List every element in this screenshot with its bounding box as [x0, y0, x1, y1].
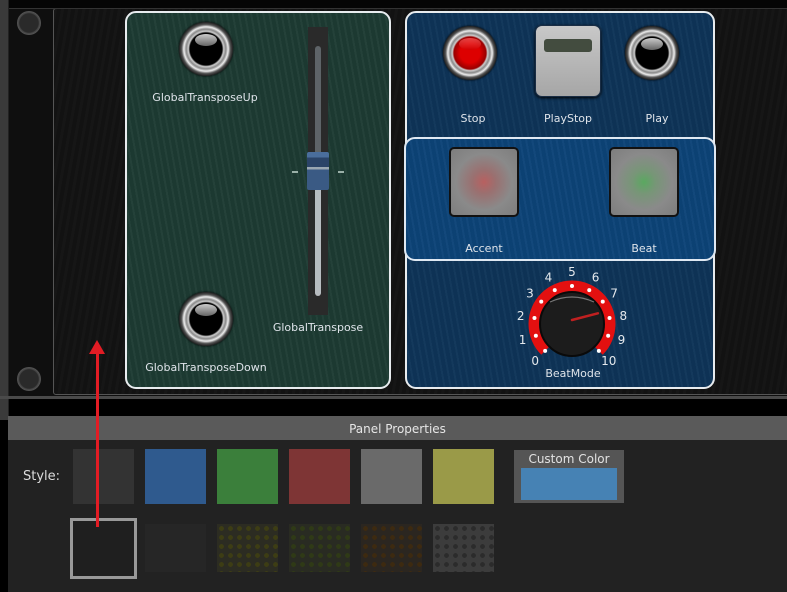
- playstop-display: [544, 39, 592, 52]
- playstop-button[interactable]: [535, 25, 601, 97]
- rack-divider: [0, 396, 787, 399]
- texture-swatch-dark-grunge[interactable]: [145, 524, 206, 572]
- slider-groove-fill: [315, 190, 321, 296]
- screw-icon: [17, 11, 41, 35]
- button-shine: [195, 304, 217, 316]
- texture-swatch-gray-perforated[interactable]: [433, 524, 494, 572]
- transpose-down-button[interactable]: [179, 292, 233, 346]
- knob-scale-label: 10: [601, 354, 616, 368]
- playstop-label: PlayStop: [544, 112, 592, 125]
- texture-swatch-black-grunge[interactable]: [70, 518, 137, 579]
- rack-rail: [0, 0, 9, 420]
- style-swatch-red[interactable]: [289, 449, 350, 504]
- knob-scale-dot: [543, 348, 548, 353]
- style-label: Style:: [23, 469, 61, 484]
- texture-swatch-brown-dots[interactable]: [361, 524, 422, 572]
- screw-icon: [17, 367, 41, 391]
- knob-scale-label: 2: [517, 309, 525, 323]
- transpose-slider-label: GlobalTranspose: [272, 321, 364, 334]
- knob-scale-dot: [600, 299, 605, 304]
- accent-label: Accent: [465, 242, 503, 255]
- knob-scale-label: 0: [531, 354, 539, 368]
- transpose-up-label: GlobalTransposeUp: [152, 91, 258, 104]
- style-swatch-gray[interactable]: [361, 449, 422, 504]
- slider-center-tick: [338, 171, 344, 173]
- style-swatch-olive[interactable]: [433, 449, 494, 504]
- custom-color-picker[interactable]: Custom Color: [514, 450, 624, 503]
- knob-scale-label: 4: [545, 271, 553, 285]
- knob-scale-label: 8: [620, 309, 628, 323]
- beatmode-label: BeatMode: [545, 367, 601, 380]
- button-shine: [195, 34, 217, 46]
- knob-scale-dot: [539, 299, 544, 304]
- knob-scale-label: 1: [519, 333, 527, 347]
- style-swatch-green[interactable]: [217, 449, 278, 504]
- play-button[interactable]: [625, 26, 679, 80]
- button-shine: [641, 38, 663, 50]
- beatmode-knob[interactable]: 01 234 5 678 910: [510, 258, 640, 368]
- knob-scale-dot: [587, 288, 592, 293]
- transpose-up-button[interactable]: [179, 22, 233, 76]
- custom-color-swatch[interactable]: [521, 468, 617, 500]
- accent-pad[interactable]: [449, 147, 519, 217]
- beat-pad[interactable]: [609, 147, 679, 217]
- knob-scale-dot: [532, 316, 537, 321]
- slider-groove: [315, 46, 321, 154]
- stop-label: Stop: [460, 112, 486, 125]
- knob-scale-label: 3: [526, 286, 534, 300]
- button-shine: [459, 38, 481, 50]
- knob-scale-label: 6: [592, 271, 600, 285]
- knob-scale-dot: [596, 348, 601, 353]
- knob-scale-label: 7: [610, 286, 618, 300]
- panel-properties-title: Panel Properties: [8, 416, 787, 440]
- play-label: Play: [645, 112, 669, 125]
- texture-swatch-green-dots[interactable]: [289, 524, 350, 572]
- style-swatch-dark[interactable]: [73, 449, 134, 504]
- beat-label: Beat: [631, 242, 657, 255]
- knob-scale-label: 9: [618, 333, 626, 347]
- knob-scale-label: 5: [568, 265, 576, 279]
- style-swatch-blue[interactable]: [145, 449, 206, 504]
- annotation-arrow-head-icon: [89, 340, 105, 354]
- custom-color-label: Custom Color: [528, 452, 610, 466]
- transpose-slider-thumb[interactable]: [307, 152, 329, 190]
- rack-top-bar: [0, 0, 787, 9]
- knob-scale-dot: [533, 333, 538, 338]
- texture-swatch-olive-dots[interactable]: [217, 524, 278, 572]
- transpose-down-label: GlobalTransposeDown: [145, 361, 267, 374]
- slider-center-tick: [292, 171, 298, 173]
- stop-button[interactable]: [443, 26, 497, 80]
- knob-scale-dot: [552, 288, 557, 293]
- annotation-arrow-line: [96, 352, 99, 527]
- knob-scale-dot: [607, 316, 612, 321]
- knob-scale-dot: [570, 284, 574, 288]
- knob-scale-dot: [606, 333, 611, 338]
- knob-body[interactable]: [539, 291, 605, 357]
